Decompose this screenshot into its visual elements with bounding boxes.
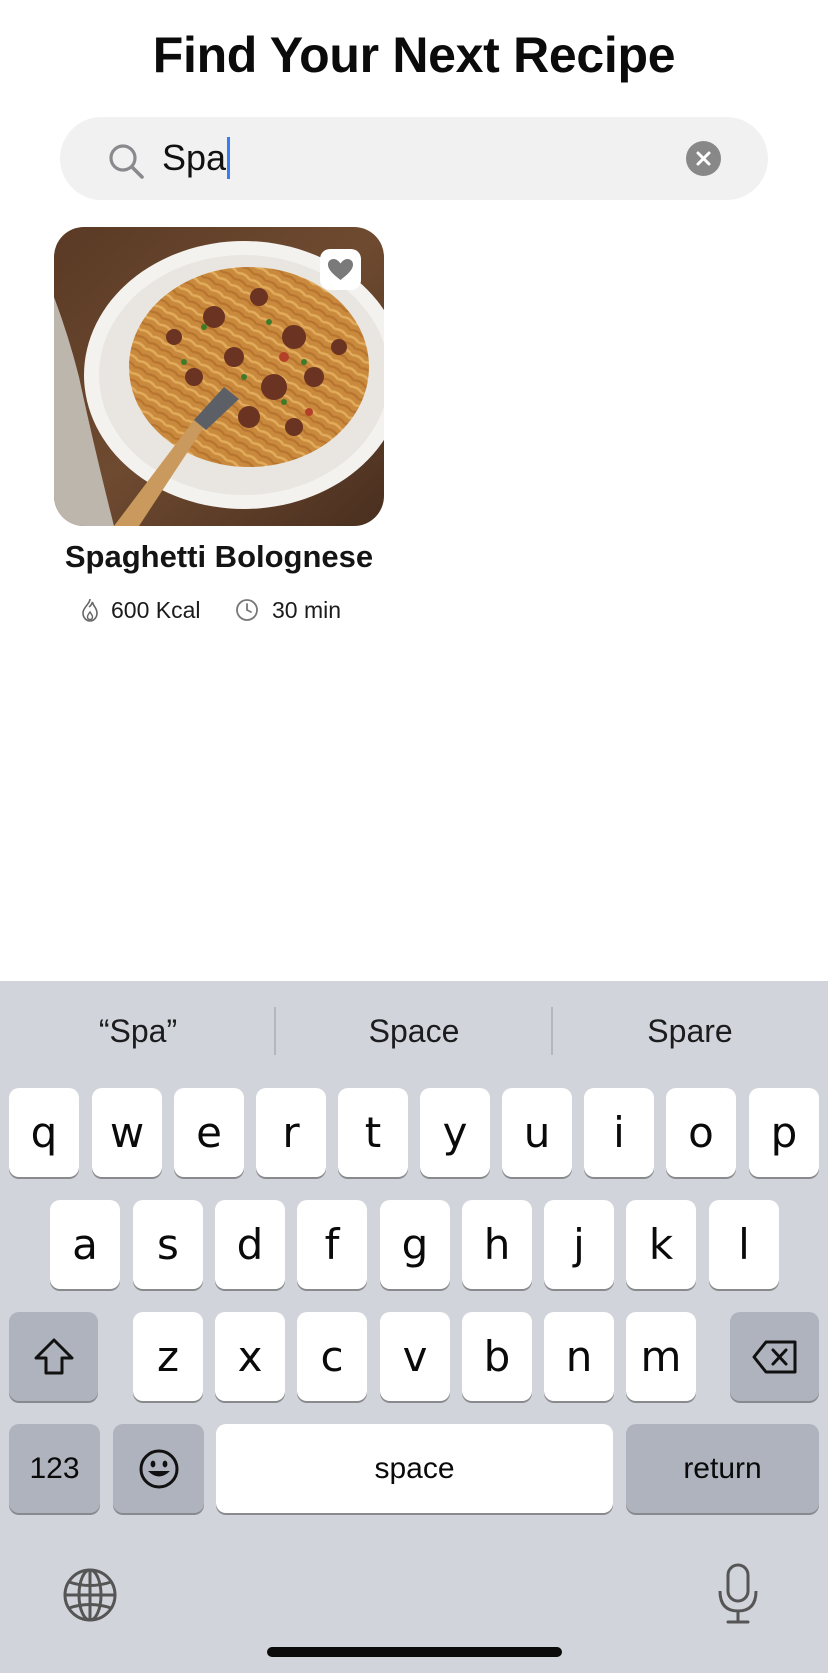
backspace-key[interactable] bbox=[730, 1312, 819, 1401]
key-w[interactable]: w bbox=[92, 1088, 162, 1177]
numbers-key[interactable]: 123 bbox=[9, 1424, 100, 1513]
suggestion-3[interactable]: Spare bbox=[552, 999, 828, 1063]
key-n[interactable]: n bbox=[544, 1312, 614, 1401]
favorite-button[interactable] bbox=[320, 249, 361, 290]
home-indicator bbox=[267, 1647, 562, 1657]
key-u[interactable]: u bbox=[502, 1088, 572, 1177]
space-key[interactable]: space bbox=[216, 1424, 613, 1513]
key-t[interactable]: t bbox=[338, 1088, 408, 1177]
text-caret bbox=[227, 137, 231, 179]
page-title: Find Your Next Recipe bbox=[152, 27, 676, 83]
cook-time-label: 30 min bbox=[272, 597, 342, 623]
key-v[interactable]: v bbox=[380, 1312, 450, 1401]
key-z[interactable]: z bbox=[133, 1312, 203, 1401]
heart-icon bbox=[328, 259, 353, 280]
recipe-card[interactable]: Spaghetti Bolognese 600 Kcal 30 min bbox=[54, 227, 384, 627]
key-x[interactable]: x bbox=[215, 1312, 285, 1401]
key-s[interactable]: s bbox=[133, 1200, 203, 1289]
search-query-text: Spa bbox=[162, 137, 227, 178]
key-a[interactable]: a bbox=[50, 1200, 120, 1289]
key-p[interactable]: p bbox=[749, 1088, 819, 1177]
key-d[interactable]: d bbox=[215, 1200, 285, 1289]
shift-key[interactable] bbox=[9, 1312, 98, 1401]
key-r[interactable]: r bbox=[256, 1088, 326, 1177]
backspace-icon bbox=[752, 1340, 796, 1373]
key-y[interactable]: y bbox=[420, 1088, 490, 1177]
recipe-photo[interactable] bbox=[54, 227, 384, 526]
key-h[interactable]: h bbox=[462, 1200, 532, 1289]
key-c[interactable]: c bbox=[297, 1312, 367, 1401]
clock-icon bbox=[236, 599, 258, 621]
key-g[interactable]: g bbox=[380, 1200, 450, 1289]
suggestion-2[interactable]: Space bbox=[276, 999, 552, 1063]
return-key[interactable]: return bbox=[626, 1424, 819, 1513]
search-input[interactable]: Spa bbox=[162, 137, 231, 179]
search-icon bbox=[109, 144, 144, 179]
emoji-key[interactable] bbox=[113, 1424, 204, 1513]
search-bar[interactable]: Spa bbox=[60, 117, 768, 200]
on-screen-keyboard: “Spa” Space Spare q w e r t y u i o p a … bbox=[0, 981, 828, 1673]
key-k[interactable]: k bbox=[626, 1200, 696, 1289]
recipe-title: Spaghetti Bolognese bbox=[64, 539, 374, 574]
emoji-smiley-icon bbox=[139, 1449, 178, 1488]
key-i[interactable]: i bbox=[584, 1088, 654, 1177]
shift-arrow-icon bbox=[34, 1338, 73, 1374]
clear-x-icon bbox=[696, 151, 711, 166]
flame-icon bbox=[82, 598, 98, 622]
microphone-icon[interactable] bbox=[716, 1563, 760, 1625]
key-b[interactable]: b bbox=[462, 1312, 532, 1401]
key-e[interactable]: e bbox=[174, 1088, 244, 1177]
key-l[interactable]: l bbox=[709, 1200, 779, 1289]
suggestion-1[interactable]: “Spa” bbox=[0, 999, 276, 1063]
key-j[interactable]: j bbox=[544, 1200, 614, 1289]
key-q[interactable]: q bbox=[9, 1088, 79, 1177]
key-f[interactable]: f bbox=[297, 1200, 367, 1289]
clear-search-button[interactable] bbox=[686, 141, 721, 176]
calories-label: 600 Kcal bbox=[111, 597, 201, 623]
key-o[interactable]: o bbox=[666, 1088, 736, 1177]
key-m[interactable]: m bbox=[626, 1312, 696, 1401]
globe-icon[interactable] bbox=[62, 1567, 118, 1623]
